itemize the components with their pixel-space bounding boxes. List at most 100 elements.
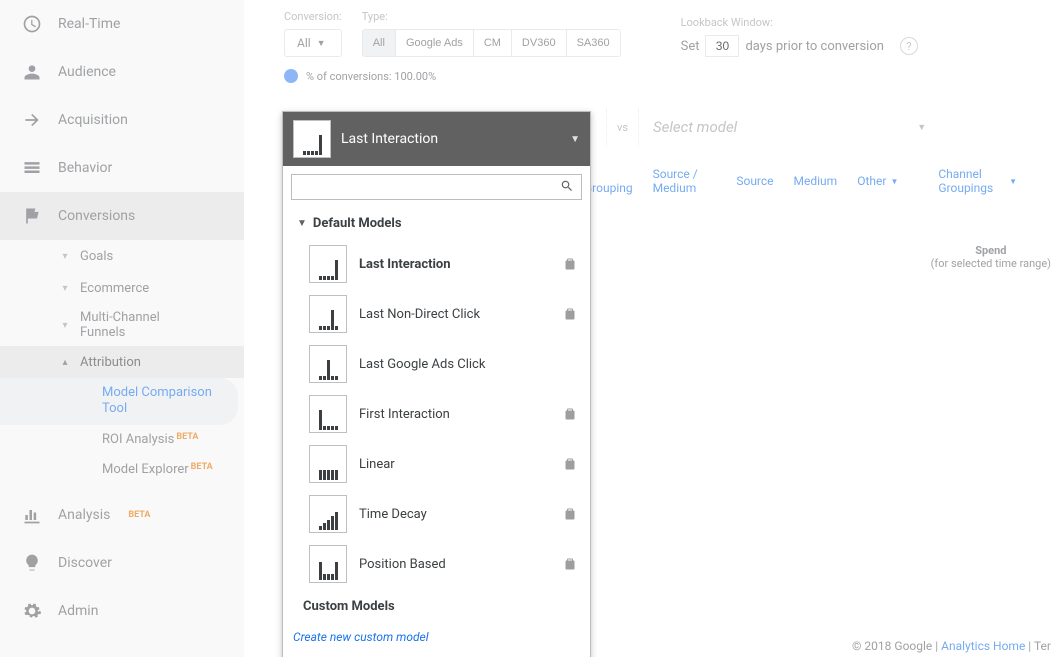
subnav-model-explorer[interactable]: Model ExplorerBETA bbox=[0, 455, 244, 485]
nav-label: Acquisition bbox=[58, 112, 128, 128]
type-segment: All Google Ads CM DV360 SA360 bbox=[362, 29, 621, 57]
chart-icon bbox=[22, 505, 42, 525]
subnav-label: Model Comparison Tool bbox=[102, 385, 212, 418]
nav-conversions[interactable]: Conversions bbox=[0, 192, 244, 240]
pct-text: % of conversions: 100.00% bbox=[306, 70, 436, 83]
first-interaction-icon bbox=[309, 395, 347, 433]
list-icon bbox=[22, 158, 42, 178]
subnav-label: Ecommerce bbox=[80, 281, 149, 296]
flag-icon bbox=[22, 206, 42, 226]
model-label: Last Non-Direct Click bbox=[359, 307, 480, 322]
chevron-down-icon: ▼ bbox=[1009, 177, 1017, 186]
clipboard-icon[interactable] bbox=[564, 507, 576, 521]
sidebar: Real-Time Audience Acquisition Behavior … bbox=[0, 0, 244, 657]
model-label: Last Interaction bbox=[359, 257, 451, 272]
footer-link[interactable]: Analytics Home bbox=[941, 639, 1025, 653]
subnav-label: Goals bbox=[80, 249, 113, 264]
help-icon[interactable]: ? bbox=[900, 37, 918, 55]
tab-medium[interactable]: Medium bbox=[794, 167, 838, 195]
model-first-interaction[interactable]: First Interaction bbox=[283, 389, 590, 439]
position-based-icon bbox=[309, 545, 347, 583]
search-input[interactable] bbox=[291, 174, 582, 200]
clipboard-icon[interactable] bbox=[564, 457, 576, 471]
model-time-decay[interactable]: Time Decay bbox=[283, 489, 590, 539]
nav-discover[interactable]: Discover bbox=[0, 539, 244, 587]
spend-sub: (for selected time range) bbox=[931, 257, 1051, 270]
tab-other[interactable]: Other ▼ bbox=[857, 167, 898, 195]
last-interaction-icon bbox=[293, 120, 331, 158]
conversion-select[interactable]: All ▼ bbox=[284, 29, 342, 57]
tab-grouping[interactable]: l Grouping bbox=[584, 167, 633, 195]
import-custom-model-link[interactable]: Import custom model from Gallery bbox=[283, 650, 590, 657]
chevron-down-icon: ▼ bbox=[297, 218, 307, 229]
model-linear[interactable]: Linear bbox=[283, 439, 590, 489]
chevron-right-icon: ▾ bbox=[58, 283, 72, 294]
clipboard-icon[interactable] bbox=[564, 257, 576, 271]
lookback-input[interactable] bbox=[705, 35, 739, 57]
type-cm[interactable]: CM bbox=[474, 30, 512, 56]
dropdown-current: Last Interaction bbox=[341, 131, 438, 147]
model-last-interaction[interactable]: Last Interaction bbox=[283, 239, 590, 289]
chevron-down-icon: ▼ bbox=[570, 134, 580, 145]
subnav-roi[interactable]: ROI AnalysisBETA bbox=[0, 425, 244, 455]
spend-col: Spend (for selected time range) bbox=[931, 244, 1051, 270]
beta-badge: BETA bbox=[128, 510, 150, 520]
subnav-ecommerce[interactable]: ▾ Ecommerce bbox=[0, 272, 244, 304]
subnav-model-comparison[interactable]: Model Comparison Tool bbox=[0, 378, 238, 425]
tab-source-medium[interactable]: Source / Medium bbox=[653, 167, 717, 195]
type-label: Type: bbox=[362, 10, 621, 23]
conversion-label: Conversion: bbox=[284, 10, 342, 23]
beta-badge: BETA bbox=[176, 432, 198, 443]
model-label: Last Google Ads Click bbox=[359, 357, 485, 372]
pct-row: % of conversions: 100.00% bbox=[284, 69, 1017, 83]
vs-label: vs bbox=[606, 109, 639, 146]
nav-admin[interactable]: Admin bbox=[0, 587, 244, 635]
conversion-value: All bbox=[297, 36, 311, 50]
model-label: Linear bbox=[359, 457, 395, 472]
type-gads[interactable]: Google Ads bbox=[396, 30, 474, 56]
type-all[interactable]: All bbox=[363, 30, 396, 56]
create-custom-model-link[interactable]: Create new custom model bbox=[283, 624, 590, 650]
type-sa360[interactable]: SA360 bbox=[567, 30, 620, 56]
nav-realtime[interactable]: Real-Time bbox=[0, 0, 244, 48]
select-model[interactable]: Select model ▼ bbox=[653, 118, 926, 136]
model-label: First Interaction bbox=[359, 407, 450, 422]
subnav-goals[interactable]: ▾ Goals bbox=[0, 240, 244, 272]
model-last-gads[interactable]: Last Google Ads Click bbox=[283, 339, 590, 389]
chevron-right-icon: ▾ bbox=[58, 251, 72, 262]
default-models-header[interactable]: ▼Default Models bbox=[283, 208, 590, 239]
tab-source[interactable]: Source bbox=[736, 167, 773, 195]
clipboard-icon[interactable] bbox=[564, 407, 576, 421]
spend-title: Spend bbox=[931, 244, 1051, 257]
last-nondirect-icon bbox=[309, 295, 347, 333]
beta-badge: BETA bbox=[191, 462, 213, 473]
subnav-attribution[interactable]: ▴ Attribution bbox=[0, 346, 244, 378]
nav-analysis[interactable]: AnalysisBETA bbox=[0, 491, 244, 539]
model-position-based[interactable]: Position Based bbox=[283, 539, 590, 589]
last-gads-icon bbox=[309, 345, 347, 383]
subnav-label: Attribution bbox=[80, 355, 141, 370]
nav-behavior[interactable]: Behavior bbox=[0, 144, 244, 192]
pie-icon bbox=[284, 69, 298, 83]
lookback-suffix: days prior to conversion bbox=[745, 39, 883, 54]
chevron-up-icon: ▴ bbox=[58, 357, 72, 368]
tab-channel-groupings[interactable]: Channel Groupings ▼ bbox=[938, 167, 1017, 195]
arrow-right-icon bbox=[22, 110, 42, 130]
model-last-nondirect[interactable]: Last Non-Direct Click bbox=[283, 289, 590, 339]
subnav-mcf[interactable]: ▾Multi-Channel Funnels bbox=[0, 304, 244, 346]
clipboard-icon[interactable] bbox=[564, 557, 576, 571]
nav-audience[interactable]: Audience bbox=[0, 48, 244, 96]
nav-acquisition[interactable]: Acquisition bbox=[0, 96, 244, 144]
subnav-label: Model Explorer bbox=[102, 462, 189, 478]
footer-tail: | Ter bbox=[1025, 639, 1051, 653]
gear-icon bbox=[22, 601, 42, 621]
person-icon bbox=[22, 62, 42, 82]
nav-label: Discover bbox=[58, 555, 112, 571]
bulb-icon bbox=[22, 553, 42, 573]
dropdown-header[interactable]: Last Interaction ▼ bbox=[283, 112, 590, 166]
clipboard-icon[interactable] bbox=[564, 307, 576, 321]
chevron-down-icon: ▼ bbox=[317, 38, 326, 49]
subnav-label: ROI Analysis bbox=[102, 432, 174, 448]
type-dv360[interactable]: DV360 bbox=[512, 30, 567, 56]
lookback-label: Lookback Window: bbox=[681, 16, 918, 29]
